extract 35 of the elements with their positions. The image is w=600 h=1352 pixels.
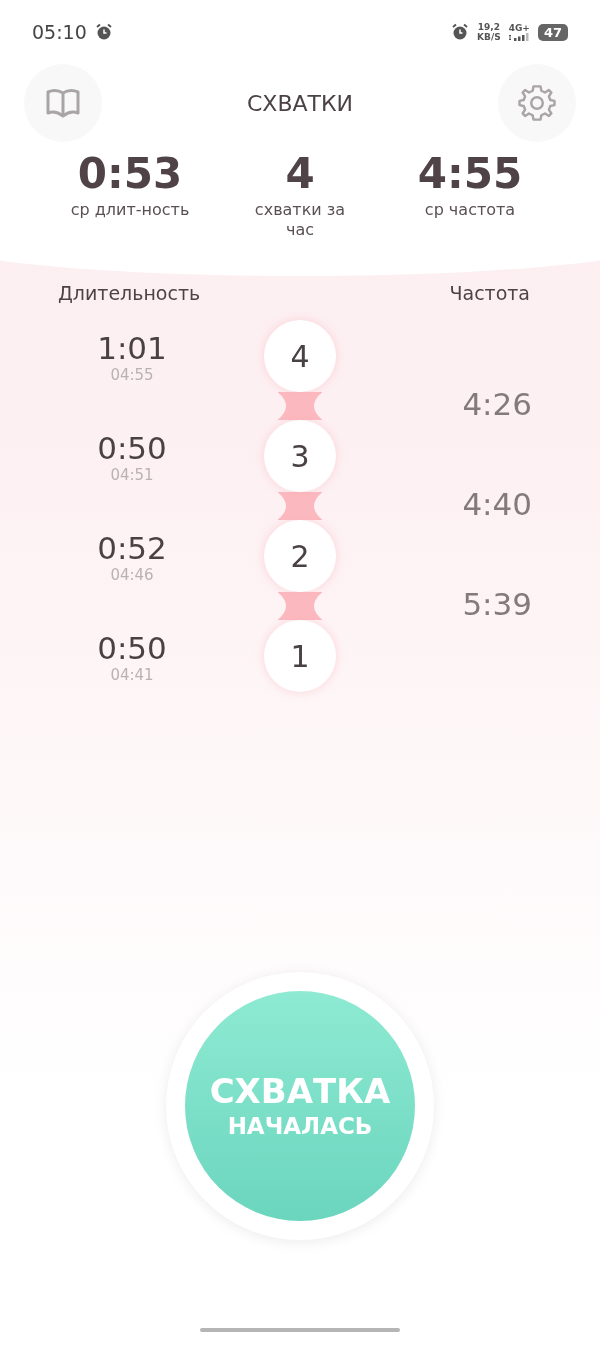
contraction-number: 1 — [264, 620, 336, 692]
settings-icon — [516, 82, 558, 124]
stat-label: ср длит-ность — [69, 200, 191, 220]
duration-value: 0:50 — [97, 430, 167, 466]
duration-value: 0:50 — [97, 630, 167, 666]
frequency-value: 5:39 — [462, 586, 532, 622]
stat-value: 4 — [285, 148, 315, 200]
frequency-value: 4:40 — [462, 486, 532, 522]
contraction-number: 4 — [264, 320, 336, 392]
contraction-start-button[interactable]: СХВАТКА НАЧАЛАСЬ — [185, 991, 415, 1221]
column-header: Частота — [449, 282, 530, 304]
stat-label: схватки за час — [253, 200, 347, 240]
stat-value: 0:53 — [77, 148, 183, 200]
column-header: Длительность — [58, 282, 201, 304]
contraction-number: 2 — [264, 520, 336, 592]
battery-icon: 47 — [537, 23, 568, 41]
stat-label: ср частота — [423, 200, 517, 220]
start-time: 04:55 — [110, 366, 154, 384]
frequency-value: 4:26 — [462, 386, 532, 422]
duration-value: 1:01 — [97, 330, 167, 366]
contraction-number: 3 — [264, 420, 336, 492]
duration-value: 0:52 — [97, 530, 167, 566]
alarm-icon — [94, 23, 113, 41]
start-time: 04:46 — [110, 566, 154, 584]
speed-unit: KB/S — [477, 32, 501, 42]
alarm-icon — [451, 23, 470, 41]
screen-title: СХВАТКИ — [246, 90, 354, 116]
book-icon — [45, 87, 81, 119]
network-type: 4G+ — [508, 23, 530, 33]
start-time: 04:41 — [110, 666, 154, 684]
start-time: 04:51 — [110, 466, 154, 484]
stat-value: 4:55 — [417, 148, 523, 200]
clock-time: 05:10 — [32, 21, 87, 43]
signal-icon — [509, 33, 530, 41]
network-speed: 19,2 — [477, 22, 500, 32]
